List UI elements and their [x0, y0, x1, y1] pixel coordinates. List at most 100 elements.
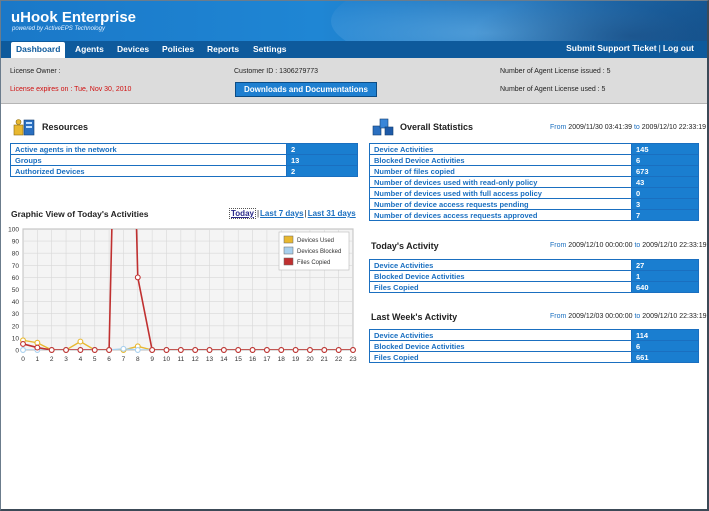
- legend-label: Devices Used: [297, 238, 334, 244]
- graph-last-7-days-link[interactable]: Last 7 days: [260, 209, 304, 218]
- overall-title: Overall Statistics: [400, 122, 474, 132]
- today-device-activities-link[interactable]: Device Activities: [369, 259, 632, 271]
- today-to-date: 2009/12/10 22:33:19: [642, 242, 707, 249]
- table-row: Groups 13: [10, 154, 358, 166]
- y-tick-label: 80: [12, 251, 20, 258]
- x-tick-label: 1: [36, 356, 40, 363]
- week-blocked-activities-link[interactable]: Blocked Device Activities: [369, 340, 632, 352]
- x-tick-label: 13: [206, 356, 214, 363]
- data-point: [20, 347, 26, 353]
- app-window: uHook Enterprise powered by ActiveEPS Te…: [0, 0, 709, 511]
- data-point: [249, 347, 256, 353]
- table-row: Files Copied 661: [369, 351, 699, 363]
- data-point: [321, 347, 328, 353]
- today-device-activities-value: 27: [631, 259, 699, 271]
- y-tick-label: 30: [12, 311, 20, 318]
- week-files-copied-link[interactable]: Files Copied: [369, 351, 632, 363]
- today-blocked-activities-value: 1: [631, 270, 699, 282]
- overall-files-copied-link[interactable]: Number of files copied: [369, 165, 632, 177]
- nav-dashboard[interactable]: Dashboard: [11, 42, 66, 58]
- nav-policies[interactable]: Policies: [162, 43, 194, 57]
- overall-full-access-link[interactable]: Number of devices used with full access …: [369, 187, 632, 199]
- y-tick-label: 90: [12, 239, 20, 246]
- app-subtitle: powered by ActiveEPS Technology: [12, 26, 105, 32]
- nav-agents[interactable]: Agents: [75, 43, 104, 57]
- week-to-word: to: [634, 313, 641, 320]
- data-point: [350, 347, 356, 353]
- data-point: [134, 274, 141, 281]
- week-device-activities-value: 114: [631, 329, 699, 341]
- overall-files-copied-value: 673: [631, 165, 699, 177]
- x-tick-label: 6: [107, 356, 111, 363]
- resources-groups-value: 13: [286, 154, 358, 166]
- today-files-copied-value: 640: [631, 281, 699, 293]
- resources-title: Resources: [42, 122, 89, 132]
- week-device-activities-link[interactable]: Device Activities: [369, 329, 632, 341]
- today-table: Device Activities 27 Blocked Device Acti…: [369, 259, 699, 293]
- logout-link[interactable]: Log out: [663, 43, 694, 53]
- table-row: Number of devices access requests approv…: [369, 209, 699, 221]
- week-to-date: 2009/12/10 22:33:19: [642, 313, 707, 320]
- data-point: [20, 340, 26, 347]
- graph-last-31-days-link[interactable]: Last 31 days: [308, 209, 356, 218]
- x-tick-label: 0: [21, 356, 25, 363]
- today-blocked-activities-link[interactable]: Blocked Device Activities: [369, 270, 632, 282]
- week-title: Last Week's Activity: [371, 312, 458, 322]
- data-point: [163, 347, 170, 353]
- x-tick-label: 20: [306, 356, 314, 363]
- support-ticket-link[interactable]: Submit Support Ticket: [566, 43, 657, 53]
- header-decoration-shadow: [471, 1, 707, 41]
- table-row: Device Activities 114: [369, 329, 699, 341]
- today-title: Today's Activity: [371, 241, 439, 251]
- graph-link-separator: |: [256, 209, 260, 218]
- resources-active-agents-value: 2: [286, 143, 358, 155]
- nav-devices[interactable]: Devices: [117, 43, 149, 57]
- graph-range-links: Today |Last 7 days|Last 31 days: [229, 208, 356, 219]
- table-row: Device Activities 27: [369, 259, 699, 271]
- data-point: [77, 347, 84, 353]
- table-row: Number of files copied 673: [369, 165, 699, 177]
- nav-settings[interactable]: Settings: [253, 43, 287, 57]
- x-tick-label: 3: [64, 356, 68, 363]
- x-tick-label: 9: [150, 356, 154, 363]
- data-point: [120, 345, 127, 352]
- license-bar: License Owner : License expires on : Tue…: [1, 58, 707, 104]
- overall-requests-approved-link[interactable]: Number of devices access requests approv…: [369, 209, 632, 221]
- y-tick-label: 100: [8, 227, 19, 234]
- resources-authorized-devices-value: 2: [286, 165, 358, 177]
- resources-table: Active agents in the network 2 Groups 13…: [10, 143, 358, 177]
- overall-device-activities-link[interactable]: Device Activities: [369, 143, 632, 155]
- overall-to-word: to: [633, 124, 640, 131]
- data-point: [177, 347, 184, 353]
- legend-swatch: [283, 257, 294, 266]
- data-point: [278, 347, 285, 353]
- overall-to-date: 2009/12/10 22:33:19: [641, 124, 706, 131]
- downloads-button[interactable]: Downloads and Documentations: [235, 82, 377, 97]
- overall-requests-pending-link[interactable]: Number of device access requests pending: [369, 198, 632, 210]
- data-point: [91, 347, 98, 353]
- y-tick-label: 20: [12, 323, 20, 330]
- resources-groups-link[interactable]: Groups: [10, 154, 287, 166]
- resources-active-agents-link[interactable]: Active agents in the network: [10, 143, 287, 155]
- x-tick-label: 2: [50, 356, 54, 363]
- legend-swatch: [283, 235, 294, 244]
- nav-reports[interactable]: Reports: [207, 43, 239, 57]
- licenses-used: Number of Agent License used : 5: [500, 86, 606, 93]
- header-banner: uHook Enterprise powered by ActiveEPS Te…: [1, 1, 707, 41]
- data-point: [106, 347, 113, 353]
- overall-full-access-value: 0: [631, 187, 699, 199]
- data-point: [307, 347, 313, 353]
- x-tick-label: 12: [192, 356, 200, 363]
- data-point: [263, 347, 270, 353]
- x-tick-label: 10: [163, 356, 171, 363]
- overall-blocked-activities-link[interactable]: Blocked Device Activities: [369, 154, 632, 166]
- graph-link-separator: |: [304, 209, 307, 218]
- resources-icon: [13, 119, 35, 136]
- x-tick-label: 7: [122, 356, 126, 363]
- overall-read-only-value: 43: [631, 176, 699, 188]
- today-files-copied-link[interactable]: Files Copied: [369, 281, 632, 293]
- overall-read-only-link[interactable]: Number of devices used with read-only po…: [369, 176, 632, 188]
- resources-authorized-devices-link[interactable]: Authorized Devices: [10, 165, 287, 177]
- graph-today-link[interactable]: Today: [229, 208, 256, 219]
- data-point: [149, 347, 156, 353]
